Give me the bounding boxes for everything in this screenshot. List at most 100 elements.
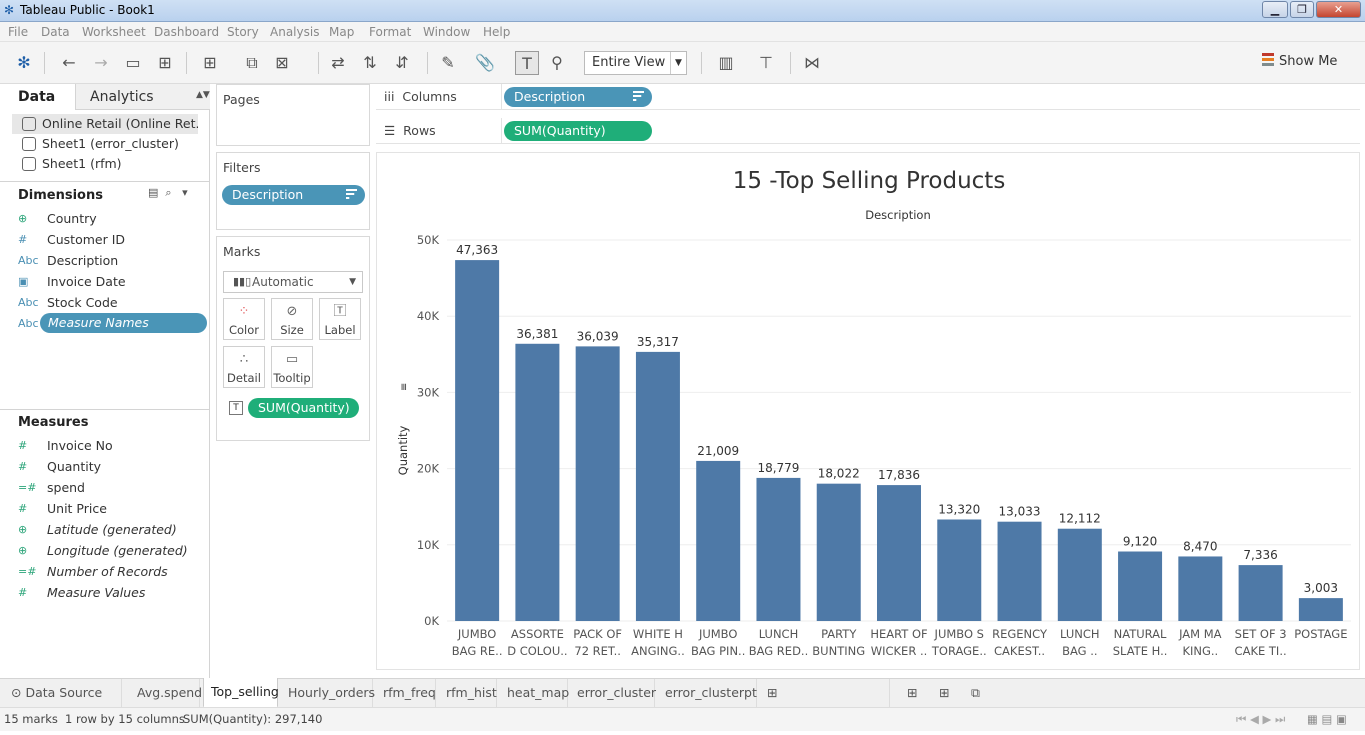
sheet-tab[interactable]: Avg.spend (130, 679, 202, 708)
sheet-tab[interactable]: error_cluster (570, 679, 656, 708)
show-cards-icon[interactable]: ▥ (714, 51, 738, 75)
presentation-mode-icon[interactable]: ⊤ (754, 51, 778, 75)
menu-file[interactable]: File (8, 25, 28, 39)
x-tick-label: BAG .. (1062, 644, 1097, 658)
new-dashboard-icon[interactable]: ⊞ (932, 679, 962, 708)
restore-button[interactable]: ❐ (1290, 1, 1314, 18)
data-label: 13,033 (999, 505, 1041, 519)
tab-menu-icon[interactable]: ▲▼ (196, 90, 210, 100)
tab-data[interactable]: Data (0, 84, 76, 110)
view-list-icon[interactable]: ▤ (148, 186, 158, 199)
database-icon (22, 157, 36, 171)
new-story-icon[interactable]: ⧉ (964, 679, 994, 708)
data-source-item[interactable]: Online Retail (Online Ret... (12, 114, 198, 134)
field-description[interactable]: Abc Description (18, 250, 118, 271)
pages-card[interactable]: Pages (216, 84, 370, 146)
x-tick-label: PACK OF (573, 627, 622, 641)
fit-dropdown-value: Entire View (592, 55, 666, 70)
filters-card[interactable]: Filters Description (216, 152, 370, 230)
menu-dashboard[interactable]: Dashboard (154, 25, 219, 39)
field-measure-values[interactable]: # Measure Values (18, 582, 145, 603)
calculated-field-icon: =# (18, 481, 37, 494)
field-latitude[interactable]: ⊕ Latitude (generated) (18, 519, 177, 540)
save-icon[interactable]: ▭ (121, 51, 145, 75)
data-label: 18,022 (818, 467, 860, 481)
close-button[interactable]: ✕ (1316, 1, 1361, 18)
show-mark-labels-icon[interactable]: T (515, 51, 539, 75)
new-worksheet-icon[interactable]: ⊞ (198, 51, 222, 75)
chart-view[interactable]: 15 -Top Selling Products Description 0K 10K… (376, 152, 1360, 670)
swap-rows-columns-icon[interactable]: ⇄ (326, 51, 350, 75)
menu-window[interactable]: Window (423, 25, 470, 39)
menu-format[interactable]: Format (369, 25, 411, 39)
sort-ascending-icon[interactable]: ⇅ (358, 51, 382, 75)
fix-axes-icon[interactable]: ⚲ (545, 51, 569, 75)
field-customer-id[interactable]: # Customer ID (18, 229, 125, 250)
sheet-tab[interactable]: ⊞ Retail_Dashboard (760, 679, 890, 728)
pages-title: Pages (223, 92, 260, 107)
field-country[interactable]: ⊕ Country (18, 208, 97, 229)
tooltip-button[interactable]: ▭ Tooltip (271, 346, 313, 388)
sheet-tab[interactable]: rfm_hist (439, 679, 497, 708)
data-label: 18,779 (757, 461, 799, 475)
field-invoice-date[interactable]: ▣ Invoice Date (18, 271, 126, 292)
highlight-icon[interactable]: ✎ (436, 51, 460, 75)
search-icon[interactable]: ⌕ (165, 186, 171, 199)
field-label: Country (47, 211, 97, 226)
marks-title: Marks (223, 244, 261, 259)
filters-title: Filters (223, 160, 261, 175)
field-invoice-no[interactable]: # Invoice No (18, 435, 113, 456)
view-mode-icons[interactable]: ▦ ▤ ▣ (1307, 712, 1347, 726)
show-me-button[interactable]: Show Me (1262, 53, 1337, 69)
data-source-item[interactable]: Sheet1 (rfm) (12, 154, 198, 174)
tableau-home-icon[interactable]: ✻ (12, 51, 36, 75)
page-navigation-icons[interactable]: ⏮ ◀ ▶ ⏭ (1236, 712, 1285, 727)
size-button[interactable]: ⊘ Size (271, 298, 313, 340)
menu-map[interactable]: Map (329, 25, 354, 39)
field-stock-code[interactable]: Abc Stock Code (18, 292, 118, 313)
filter-pill-description[interactable]: Description (222, 185, 365, 205)
new-worksheet-icon[interactable]: ⊞ (900, 679, 930, 708)
color-button[interactable]: ⁘ Color (223, 298, 265, 340)
mark-pill-sum-quantity[interactable]: SUM(Quantity) (248, 398, 359, 418)
undo-icon[interactable]: ← (57, 51, 81, 75)
field-number-of-records[interactable]: =# Number of Records (18, 561, 168, 582)
sort-descending-icon[interactable]: ⇵ (390, 51, 414, 75)
mark-type-dropdown[interactable]: ▮▮▯ Automatic ▼ (223, 271, 363, 293)
menu-help[interactable]: Help (483, 25, 510, 39)
redo-icon[interactable]: → (89, 51, 113, 75)
chevron-down-icon[interactable]: ▾ (182, 186, 188, 199)
new-data-source-icon[interactable]: ⊞ (153, 51, 177, 75)
data-source-item[interactable]: Sheet1 (error_cluster) (12, 134, 198, 154)
tab-analytics[interactable]: Analytics (90, 89, 154, 105)
rows-shelf[interactable]: ☰ Rows SUM(Quantity) (376, 118, 1360, 144)
field-longitude[interactable]: ⊕ Longitude (generated) (18, 540, 188, 561)
toolbar-separator (701, 52, 702, 74)
minimize-button[interactable]: ▁ (1262, 1, 1288, 18)
share-icon[interactable]: ⋈ (800, 51, 824, 75)
menu-data[interactable]: Data (41, 25, 70, 39)
sheet-tab[interactable]: heat_map (500, 679, 569, 708)
label-button[interactable]: 🅃 Label (319, 298, 361, 340)
sheet-tab[interactable]: Hourly_orders (281, 679, 375, 708)
columns-shelf[interactable]: iii Columns Description (376, 84, 1360, 110)
rows-pill-sum-quantity[interactable]: SUM(Quantity) (504, 121, 652, 141)
columns-pill-description[interactable]: Description (504, 87, 652, 107)
group-members-icon[interactable]: 📎 (473, 51, 497, 75)
field-label: Number of Records (47, 564, 168, 579)
menu-analysis[interactable]: Analysis (270, 25, 319, 39)
clear-sheet-icon[interactable]: ⊠ (270, 51, 294, 75)
field-unit-price[interactable]: # Unit Price (18, 498, 107, 519)
sheet-tab[interactable]: ⊙ Data Source (4, 679, 122, 708)
field-quantity[interactable]: # Quantity (18, 456, 101, 477)
menu-story[interactable]: Story (227, 25, 259, 39)
duplicate-sheet-icon[interactable]: ⧉ (240, 51, 264, 75)
rows-shelf-label: ☰ Rows (384, 123, 436, 138)
sheet-tab[interactable]: error_clusterpt (658, 679, 757, 708)
menu-worksheet[interactable]: Worksheet (82, 25, 146, 39)
sheet-tab[interactable]: rfm_freq (376, 679, 436, 708)
sheet-tab[interactable]: Top_selling (203, 678, 279, 708)
detail-button[interactable]: ∴ Detail (223, 346, 265, 388)
fit-dropdown[interactable]: Entire View ▼ (584, 51, 687, 75)
field-spend[interactable]: =# spend (18, 477, 85, 498)
